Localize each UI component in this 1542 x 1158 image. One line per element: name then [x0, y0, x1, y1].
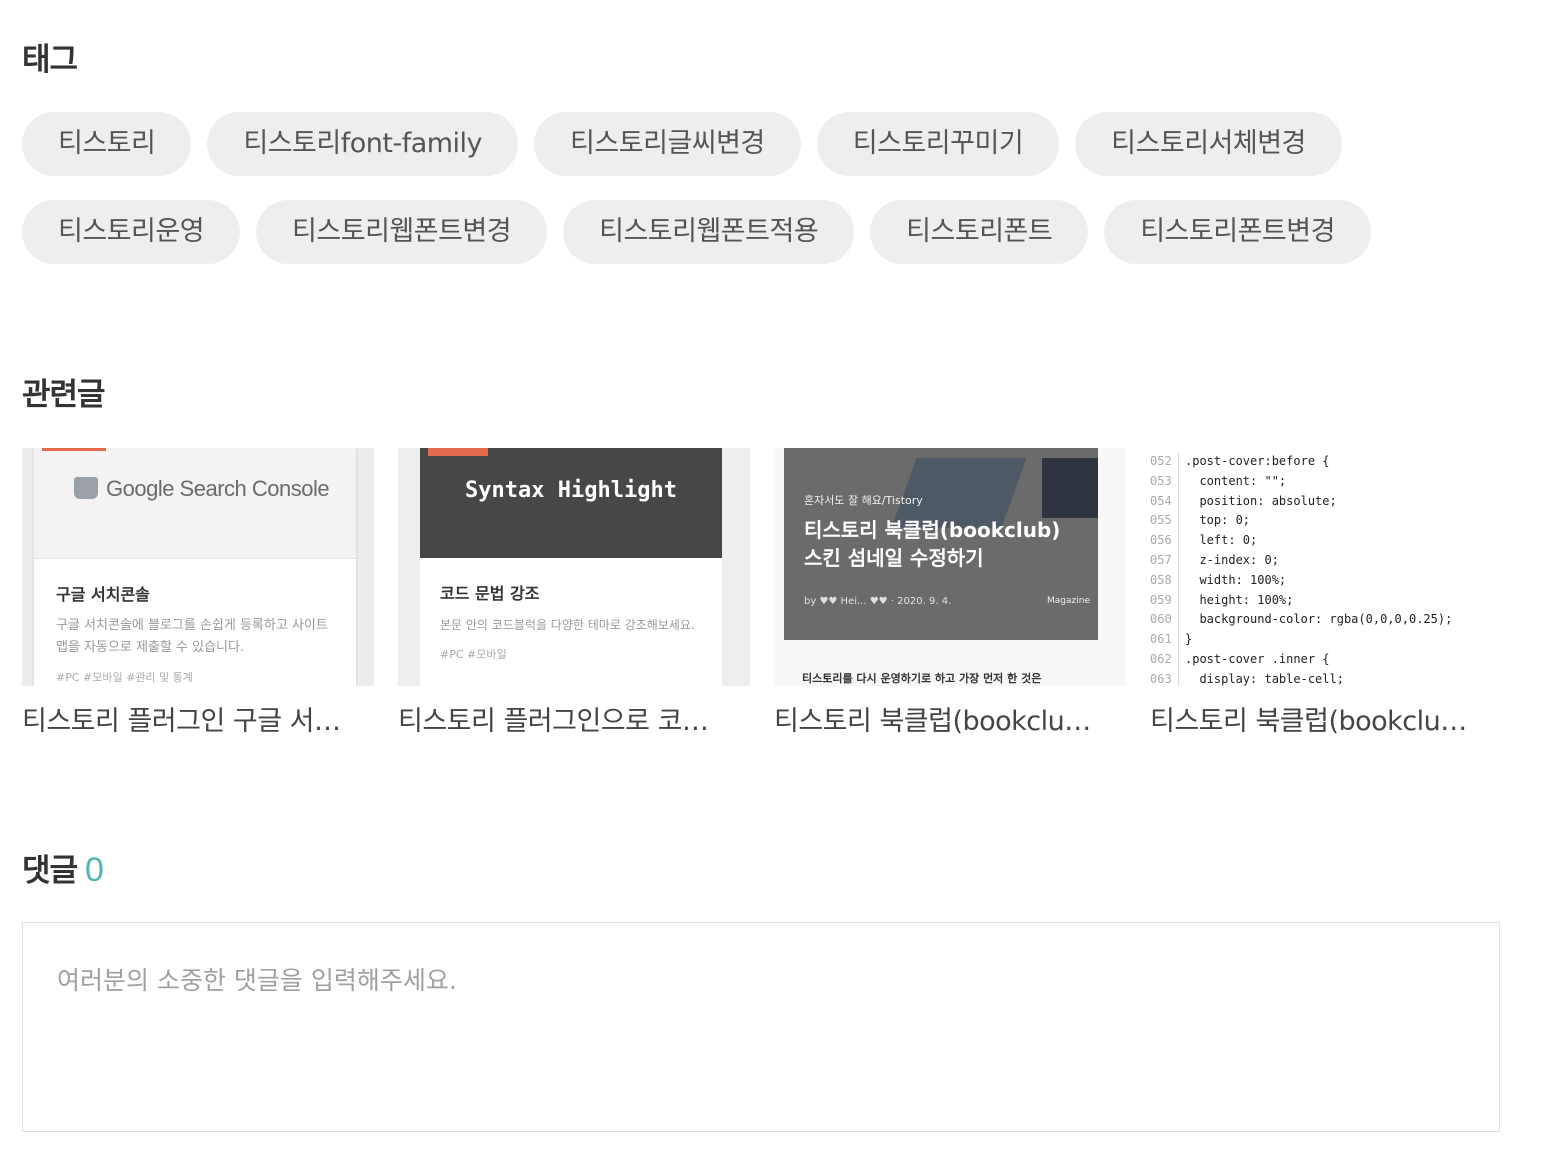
thumbnail-code-block: 052 .post-cover:before {053 content: ""; 0…: [1150, 452, 1452, 686]
code-line-text: position: absolute;: [1185, 493, 1337, 508]
code-line-text: height: 100%;: [1185, 592, 1294, 607]
code-line-text: content: "";: [1185, 473, 1287, 488]
related-post-thumbnail[interactable]: Syntax Highlight 코드 문법 강조 본문 안의 코드블럭을 다양…: [398, 448, 750, 686]
code-line-text: background-color: rgba(0,0,0,0.25);: [1185, 612, 1453, 627]
tag-tistory-typeface-change[interactable]: 티스토리서체변경: [1075, 112, 1342, 176]
related-post-item[interactable]: Syntax Highlight 코드 문법 강조 본문 안의 코드블럭을 다양…: [398, 448, 750, 740]
tags-section-title: 태그: [22, 42, 78, 78]
code-line: 063 display: table-cell;: [1150, 669, 1452, 686]
thumbnail-brand: Google Search Console: [74, 476, 330, 502]
thumbnail-card-tags: #PC #모바일: [440, 648, 507, 661]
tag-tistory-webfont-change[interactable]: 티스토리웹폰트변경: [256, 200, 548, 264]
thumbnail-headline-line: 티스토리 북클럽(bookclub): [804, 518, 1061, 542]
tag-tistory-font[interactable]: 티스토리폰트: [870, 200, 1089, 264]
code-line: 059 height: 100%;: [1150, 590, 1452, 611]
comments-section-title: 댓글 0: [22, 850, 104, 891]
code-line-number: 060: [1150, 610, 1179, 631]
code-line: 058 width: 100%;: [1150, 570, 1452, 591]
accent-bar: [428, 448, 488, 456]
thumbnail-card-body: 구글 서치콘솔 구글 서치콘솔에 블로그를 손쉽게 등록하고 사이트맵을 자동으…: [34, 559, 356, 685]
code-line-text: .post-cover .inner {: [1185, 651, 1330, 666]
thumbnail-excerpt: 티스토리를 다시 운영하기로 하고 가장 먼저 한 것은: [802, 672, 1042, 685]
code-line-number: 055: [1150, 511, 1179, 532]
thumbnail-magazine-label: Magazine: [1047, 596, 1090, 606]
related-post-thumbnail[interactable]: 052 .post-cover:before {053 content: ""; 0…: [1150, 448, 1502, 686]
tag-tistory[interactable]: 티스토리: [22, 112, 192, 176]
tag-list: 티스토리 티스토리font-family 티스토리글씨변경 티스토리꾸미기 티스…: [22, 112, 1522, 288]
related-post-item[interactable]: 052 .post-cover:before {053 content: ""; 0…: [1150, 448, 1502, 740]
search-console-icon: [74, 477, 98, 499]
thumbnail-headline-line: 스킨 섬네일 수정하기: [804, 546, 984, 570]
thumbnail-card: Syntax Highlight 코드 문법 강조 본문 안의 코드블럭을 다양…: [420, 448, 722, 686]
tag-tistory-font-family[interactable]: 티스토리font-family: [207, 112, 519, 176]
code-line: 061}: [1150, 630, 1452, 650]
thumbnail-card-title: 코드 문법 강조: [440, 584, 540, 603]
comment-count-badge: 0: [85, 851, 104, 889]
code-line-number: 062: [1150, 649, 1179, 670]
code-line: 055 top: 0;: [1150, 511, 1452, 532]
thumbnail-card-title: 구글 서치콘솔: [56, 585, 150, 604]
thumbnail-screenshot: 혼자서도 잘 해요/Tistory 티스토리 북클럽(bookclub) 스킨 …: [784, 448, 1098, 640]
related-posts-list: Google Search Console 구글 서치콘솔 구글 서치콘솔에 블…: [22, 448, 1502, 740]
decorative-shape: [1042, 458, 1098, 518]
code-line-number: 052: [1150, 452, 1179, 472]
code-line-number: 061: [1150, 630, 1179, 650]
related-post-thumbnail[interactable]: 혼자서도 잘 해요/Tistory 티스토리 북클럽(bookclub) 스킨 …: [774, 448, 1126, 686]
related-post-item[interactable]: Google Search Console 구글 서치콘솔 구글 서치콘솔에 블…: [22, 448, 374, 740]
code-line: 060 background-color: rgba(0,0,0,0.25);: [1150, 610, 1453, 631]
tag-tistory-font-modify[interactable]: 티스토리폰트변경: [1104, 200, 1371, 264]
code-line-number: 059: [1150, 590, 1179, 611]
code-line-number: 054: [1150, 491, 1179, 512]
thumbnail-header-text: Syntax Highlight: [465, 478, 677, 503]
code-line: 062 .post-cover .inner {: [1150, 649, 1452, 670]
code-line: 056 left: 0;: [1150, 531, 1452, 551]
thumbnail-card-tags: #PC #모바일 #관리 및 통계: [56, 671, 193, 684]
related-post-thumbnail[interactable]: Google Search Console 구글 서치콘솔 구글 서치콘솔에 블…: [22, 448, 374, 686]
comment-textarea[interactable]: [23, 923, 1499, 1131]
code-line: 053 content: "";: [1150, 471, 1452, 492]
related-post-item[interactable]: 혼자서도 잘 해요/Tistory 티스토리 북클럽(bookclub) 스킨 …: [774, 448, 1126, 740]
related-post-title[interactable]: 티스토리 플러그인으로 코드 문법 강조: [398, 704, 728, 740]
code-line-number: 063: [1150, 669, 1179, 686]
related-post-title[interactable]: 티스토리 플러그인 구글 서치콘솔: [22, 704, 352, 740]
code-line-text: z-index: 0;: [1185, 552, 1279, 567]
thumbnail-header-text: Google Search Console: [106, 476, 330, 501]
code-line-number: 056: [1150, 531, 1179, 551]
thumbnail-byline: by ♥♥ Hei... ♥♥ · 2020. 9. 4.: [804, 596, 952, 607]
thumbnail-category: 혼자서도 잘 해요/Tistory: [804, 494, 923, 507]
thumbnail-card-desc: 구글 서치콘솔에 블로그를 손쉽게 등록하고 사이트맵을 자동으로 제출할 수 …: [56, 618, 328, 655]
tag-tistory-decorate[interactable]: 티스토리꾸미기: [816, 112, 1060, 176]
thumbnail-card-header: Syntax Highlight: [420, 448, 722, 558]
related-section-title: 관련글: [22, 377, 106, 413]
code-line-number: 053: [1150, 471, 1179, 492]
thumbnail-headline: 티스토리 북클럽(bookclub) 스킨 섬네일 수정하기: [804, 516, 1060, 572]
code-line-text: top: 0;: [1185, 513, 1251, 528]
code-line-text: left: 0;: [1185, 533, 1258, 548]
code-line: 054 position: absolute;: [1150, 491, 1452, 512]
tag-tistory-webfont-apply[interactable]: 티스토리웹폰트적용: [563, 200, 855, 264]
code-line-text: width: 100%;: [1185, 572, 1287, 587]
thumbnail-card-header: Google Search Console: [34, 448, 356, 559]
related-post-title[interactable]: 티스토리 북클럽(bookclub) 스킨 커버 수정하기: [1150, 704, 1480, 740]
comment-form: [22, 922, 1500, 1132]
related-post-title[interactable]: 티스토리 북클럽(bookclub) 스킨 섬네일 수정하기: [774, 704, 1104, 740]
thumbnail-card: Google Search Console 구글 서치콘솔 구글 서치콘솔에 블…: [34, 448, 356, 686]
tag-row: 티스토리 티스토리font-family 티스토리글씨변경 티스토리꾸미기 티스…: [22, 112, 1522, 176]
page: 태그 티스토리 티스토리font-family 티스토리글씨변경 티스토리꾸미기…: [0, 0, 1542, 1158]
code-line: 052 .post-cover:before {: [1150, 452, 1452, 472]
tag-tistory-operation[interactable]: 티스토리운영: [22, 200, 241, 264]
code-line-number: 057: [1150, 550, 1179, 571]
thumbnail-card-desc: 본문 안의 코드블럭을 다양한 테마로 강조해보세요.: [440, 618, 695, 632]
thumbnail-card-body: 코드 문법 강조 본문 안의 코드블럭을 다양한 테마로 강조해보세요. #PC…: [420, 558, 722, 662]
code-line-number: 058: [1150, 570, 1179, 591]
code-line-text: .post-cover:before {: [1185, 454, 1330, 468]
comments-title-text: 댓글: [22, 853, 78, 889]
tag-row: 티스토리운영 티스토리웹폰트변경 티스토리웹폰트적용 티스토리폰트 티스토리폰트…: [22, 200, 1522, 264]
code-line-text: }: [1185, 632, 1193, 647]
accent-bar: [42, 448, 106, 451]
tag-tistory-font-change[interactable]: 티스토리글씨변경: [534, 112, 801, 176]
code-line: 057 z-index: 0;: [1150, 550, 1452, 571]
code-line-text: display: table-cell;: [1185, 671, 1344, 686]
